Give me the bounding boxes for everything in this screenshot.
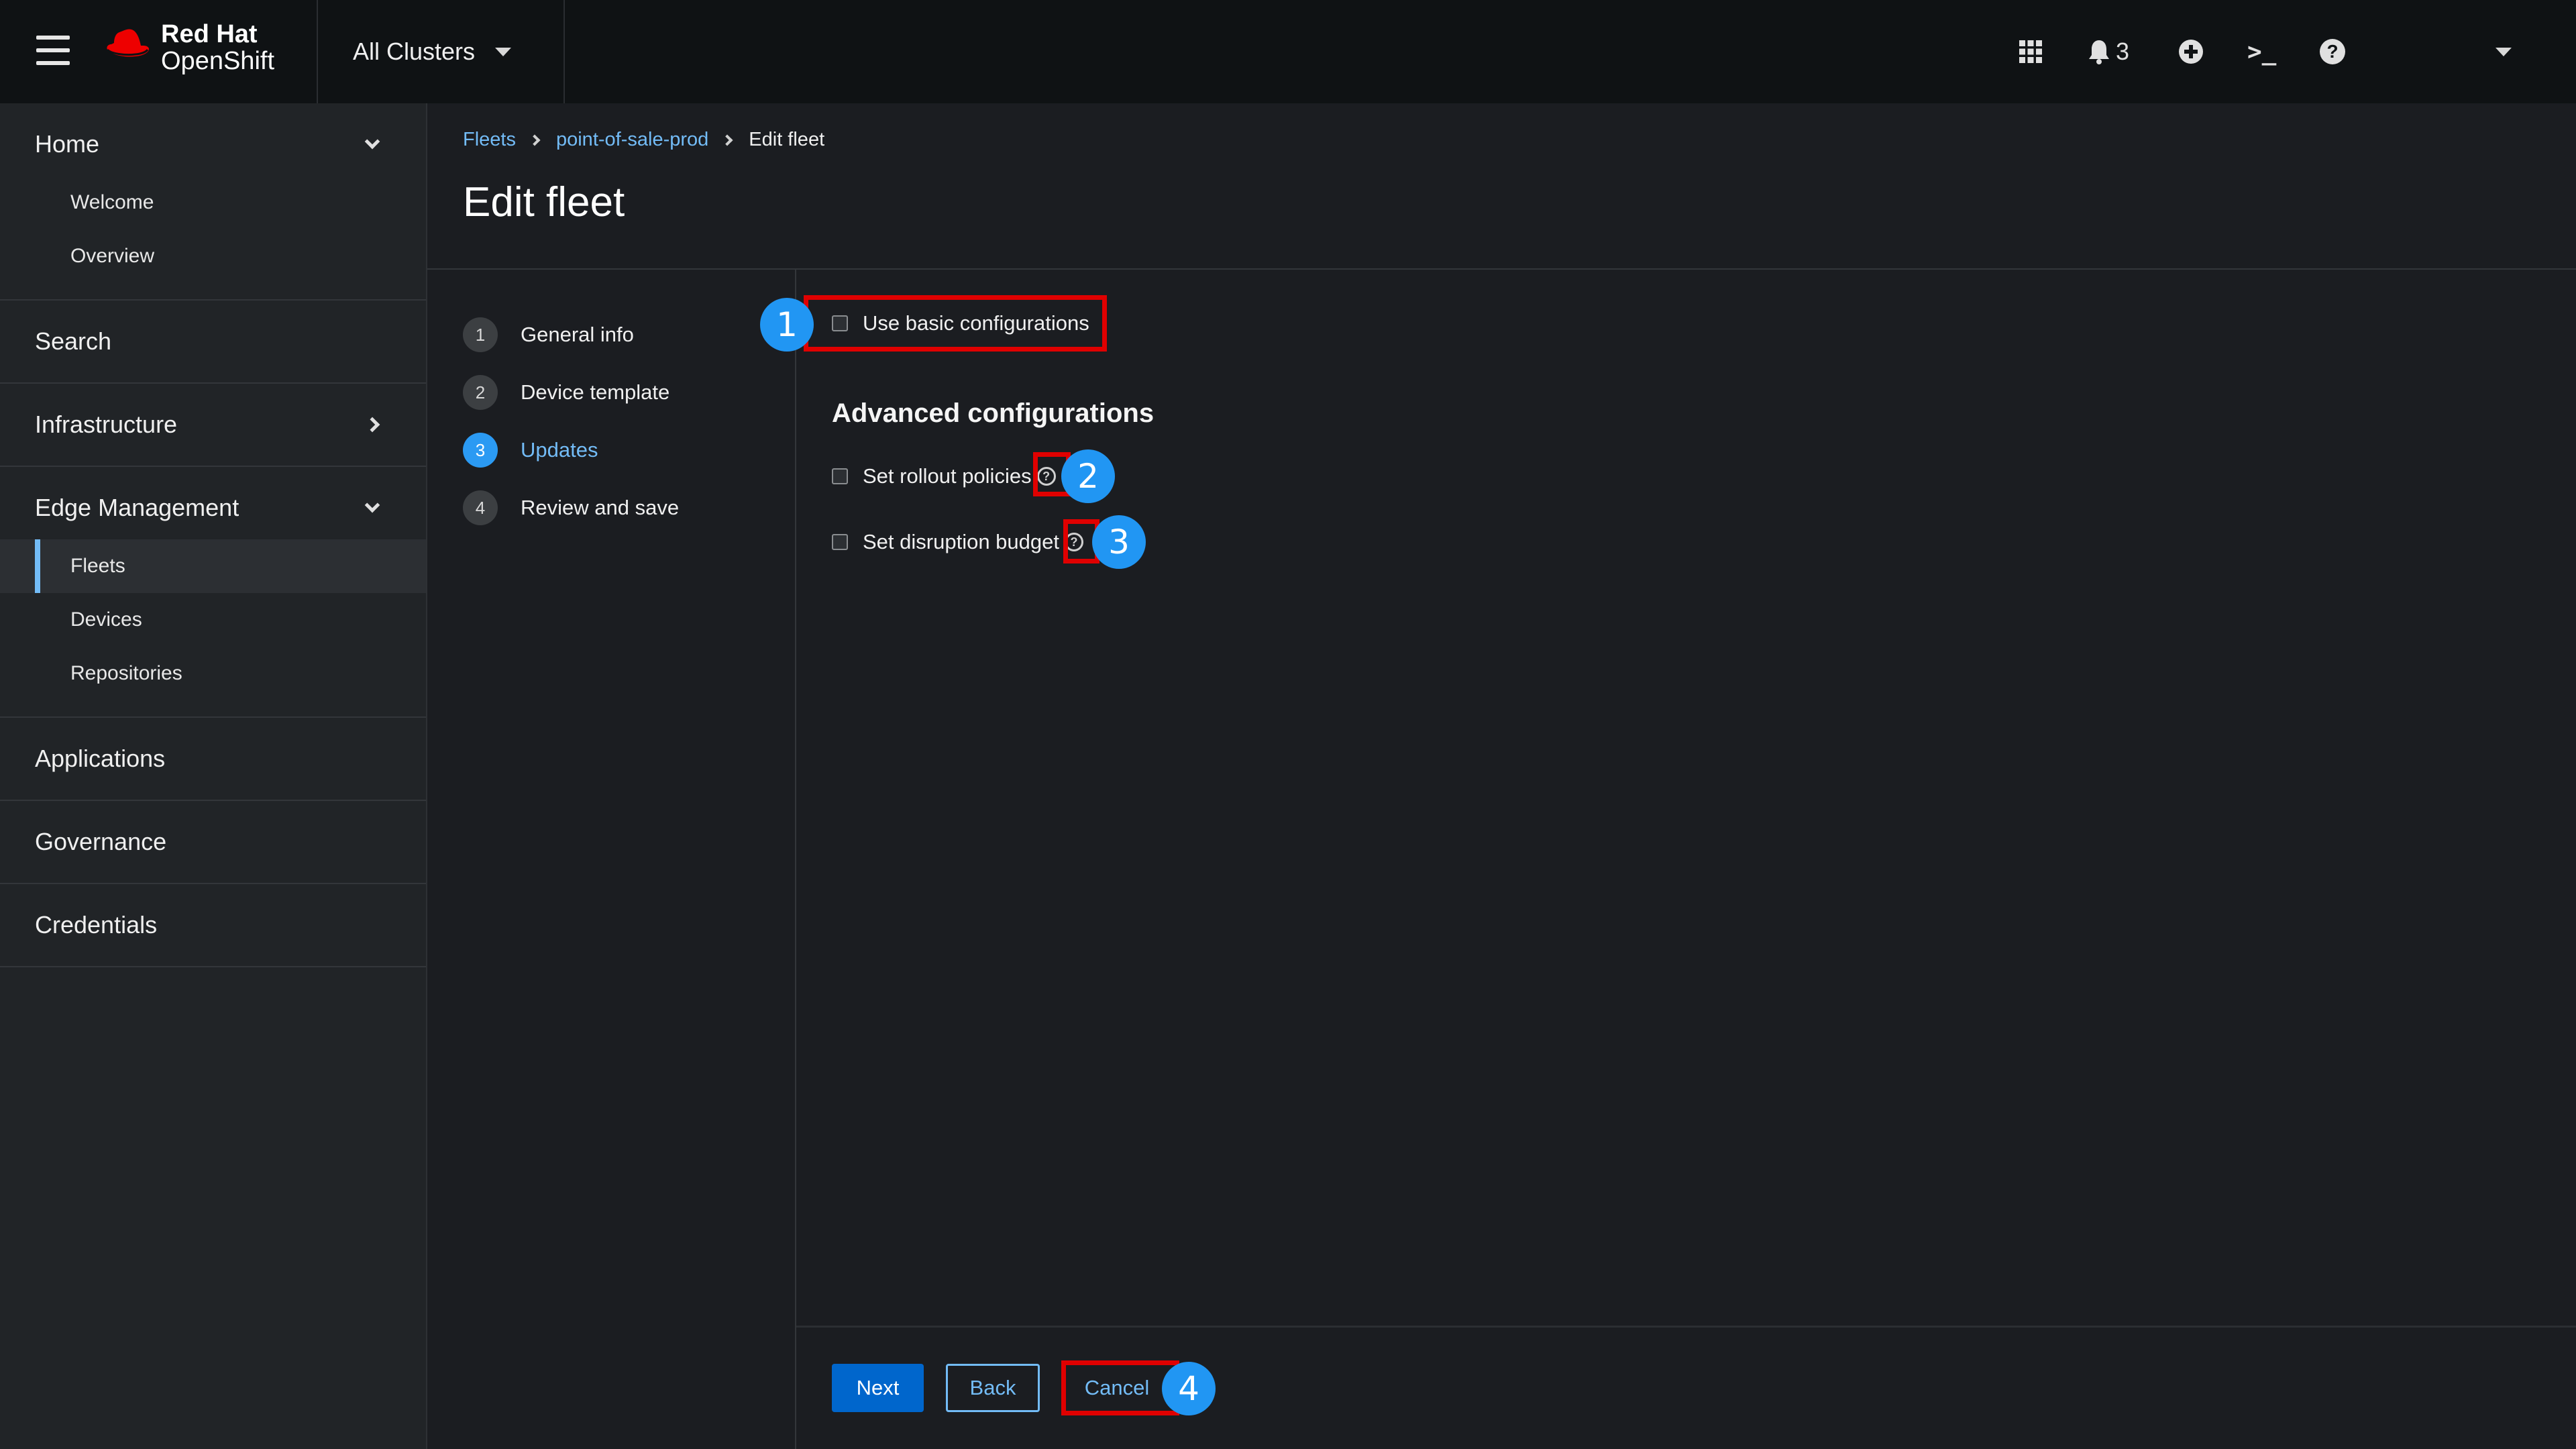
nav-section-search: Search	[0, 301, 426, 384]
sidebar-nav: Home Welcome Overview Search Infrastruct…	[0, 103, 427, 1449]
bell-icon	[2089, 40, 2109, 64]
nav-section-label: Search	[35, 327, 112, 355]
nav-section-applications: Applications	[0, 718, 426, 801]
breadcrumb-link-fleets[interactable]: Fleets	[463, 129, 516, 151]
sidebar-item-devices[interactable]: Devices	[0, 593, 426, 647]
grid-icon	[2019, 40, 2042, 63]
annotation-badge: 2	[1061, 449, 1115, 503]
disruption-budget-label[interactable]: Set disruption budget	[863, 530, 1059, 554]
wizard-steps: 1 General info 2 Device template 3 Updat…	[463, 306, 679, 537]
divider	[427, 268, 2576, 270]
chevron-right-icon	[529, 134, 541, 146]
terminal-button[interactable]: >_	[2247, 35, 2276, 68]
plus-circle-icon	[2179, 40, 2203, 64]
nav-section-label: Edge Management	[35, 494, 239, 521]
annotation-badge: 3	[1092, 515, 1146, 569]
step-label: Updates	[521, 438, 598, 462]
sidebar-item-credentials[interactable]: Credentials	[0, 884, 426, 966]
wizard-step-general-info[interactable]: 1 General info	[463, 306, 679, 364]
rollout-policies-checkbox[interactable]	[832, 468, 848, 484]
nav-section-label: Infrastructure	[35, 411, 178, 438]
wizard-step-updates[interactable]: 3 Updates	[463, 421, 679, 479]
nav-section-label: Applications	[35, 745, 166, 772]
breadcrumb-current: Edit fleet	[749, 129, 825, 150]
help-button[interactable]: ?	[2320, 35, 2345, 68]
step-number: 1	[463, 317, 498, 352]
sidebar-item-governance[interactable]: Governance	[0, 801, 426, 883]
step-label: Review and save	[521, 496, 680, 519]
highlight-box	[804, 295, 1107, 352]
nav-section-infrastructure: Infrastructure	[0, 384, 426, 467]
rollout-policies-row: Set rollout policies ?	[832, 464, 1056, 488]
chevron-down-icon	[364, 497, 380, 513]
step-label: Device template	[521, 380, 670, 404]
nav-toggle-edge-management[interactable]: Edge Management	[0, 467, 426, 549]
disruption-budget-checkbox[interactable]	[832, 534, 848, 550]
step-number: 3	[463, 433, 498, 468]
help-circle-icon: ?	[2320, 39, 2345, 64]
sidebar-item-applications[interactable]: Applications	[0, 718, 426, 800]
breadcrumb-link-fleet[interactable]: point-of-sale-prod	[556, 129, 708, 151]
sidebar-item-welcome[interactable]: Welcome	[0, 176, 426, 229]
chevron-right-icon	[721, 134, 733, 146]
nav-section-governance: Governance	[0, 801, 426, 884]
terminal-icon: >_	[2247, 38, 2277, 66]
nav-section-label: Home	[35, 130, 100, 158]
sidebar-item-overview[interactable]: Overview	[0, 229, 426, 283]
back-button[interactable]: Back	[946, 1364, 1040, 1412]
nav-section-edge-management: Edge Management Fleets Devices Repositor…	[0, 467, 426, 718]
next-button[interactable]: Next	[832, 1364, 924, 1412]
step-number: 4	[463, 490, 498, 525]
nav-toggle-home[interactable]: Home	[0, 103, 426, 185]
wizard-step-review-and-save[interactable]: 4 Review and save	[463, 479, 679, 537]
nav-section-label: Credentials	[35, 911, 158, 938]
nav-toggle-infrastructure[interactable]: Infrastructure	[0, 384, 426, 466]
rollout-policies-label[interactable]: Set rollout policies	[863, 464, 1032, 488]
add-button[interactable]	[2178, 35, 2204, 68]
wizard-step-device-template[interactable]: 2 Device template	[463, 364, 679, 421]
nav-section-label: Governance	[35, 828, 167, 855]
footer-divider	[796, 1326, 2576, 1328]
annotation-badge: 4	[1162, 1362, 1216, 1415]
sidebar-item-search[interactable]: Search	[0, 301, 426, 382]
notification-count: 3	[2116, 38, 2130, 65]
step-number: 2	[463, 375, 498, 410]
caret-down-icon	[2496, 47, 2512, 56]
user-menu-toggle[interactable]	[2496, 35, 2512, 68]
nav-section-home: Home Welcome Overview	[0, 103, 426, 301]
disruption-budget-row: Set disruption budget ?	[832, 530, 1083, 554]
divider	[795, 270, 796, 1449]
notifications-button[interactable]: 3	[2088, 35, 2129, 68]
chevron-right-icon	[364, 417, 380, 433]
step-label: General info	[521, 323, 634, 346]
annotation-badge: 1	[760, 298, 814, 352]
app-launcher-button[interactable]	[2018, 35, 2043, 68]
sidebar-item-repositories[interactable]: Repositories	[0, 647, 426, 700]
breadcrumb: Fleets point-of-sale-prod Edit fleet	[463, 129, 824, 151]
sidebar-item-fleets[interactable]: Fleets	[0, 539, 426, 593]
page-title: Edit fleet	[463, 179, 625, 225]
advanced-config-heading: Advanced configurations	[832, 398, 1155, 428]
nav-section-credentials: Credentials	[0, 884, 426, 967]
chevron-down-icon	[364, 133, 380, 150]
masthead: Red Hat OpenShift All Clusters 3 >_ ?	[0, 0, 2576, 103]
